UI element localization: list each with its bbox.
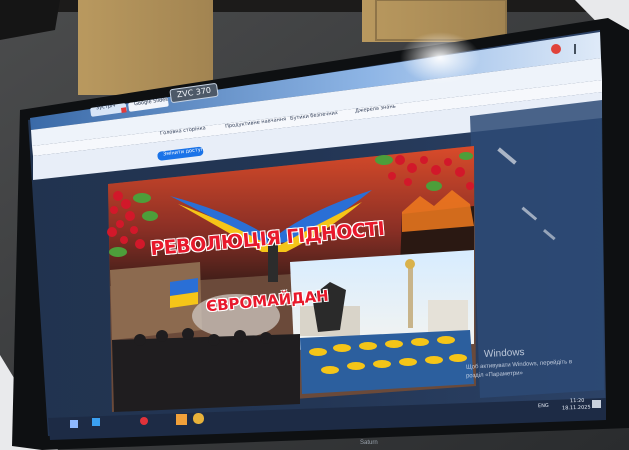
taskbar-pinned-app[interactable] [176,414,187,425]
cork-board-left [78,0,213,95]
taskbar-start-icon[interactable] [70,420,78,428]
monitor-brand: Saturn [360,440,378,446]
light-glare [400,32,480,84]
activation-watermark-title: Windows [483,346,525,361]
taskbar-language[interactable]: ENG [538,403,549,409]
tire-barricade [300,330,474,394]
zoom-badge-text: ZVC 370 [176,85,212,100]
taskbar-date[interactable]: 18.11.2025 [562,405,591,412]
building [428,300,468,332]
monument-top [405,259,415,269]
notification-icon[interactable] [592,400,601,408]
independence-monument [408,266,413,328]
tab-favicon-red [121,107,127,113]
profile-avatar[interactable] [551,44,561,54]
taskbar-chrome-icon[interactable] [193,413,204,424]
taskbar-opera-icon[interactable] [140,417,148,425]
menu-icon[interactable] [574,44,576,54]
taskbar-time[interactable]: 11:20 [570,398,585,404]
taskbar-explorer-icon[interactable] [92,418,100,426]
slide [107,146,476,412]
